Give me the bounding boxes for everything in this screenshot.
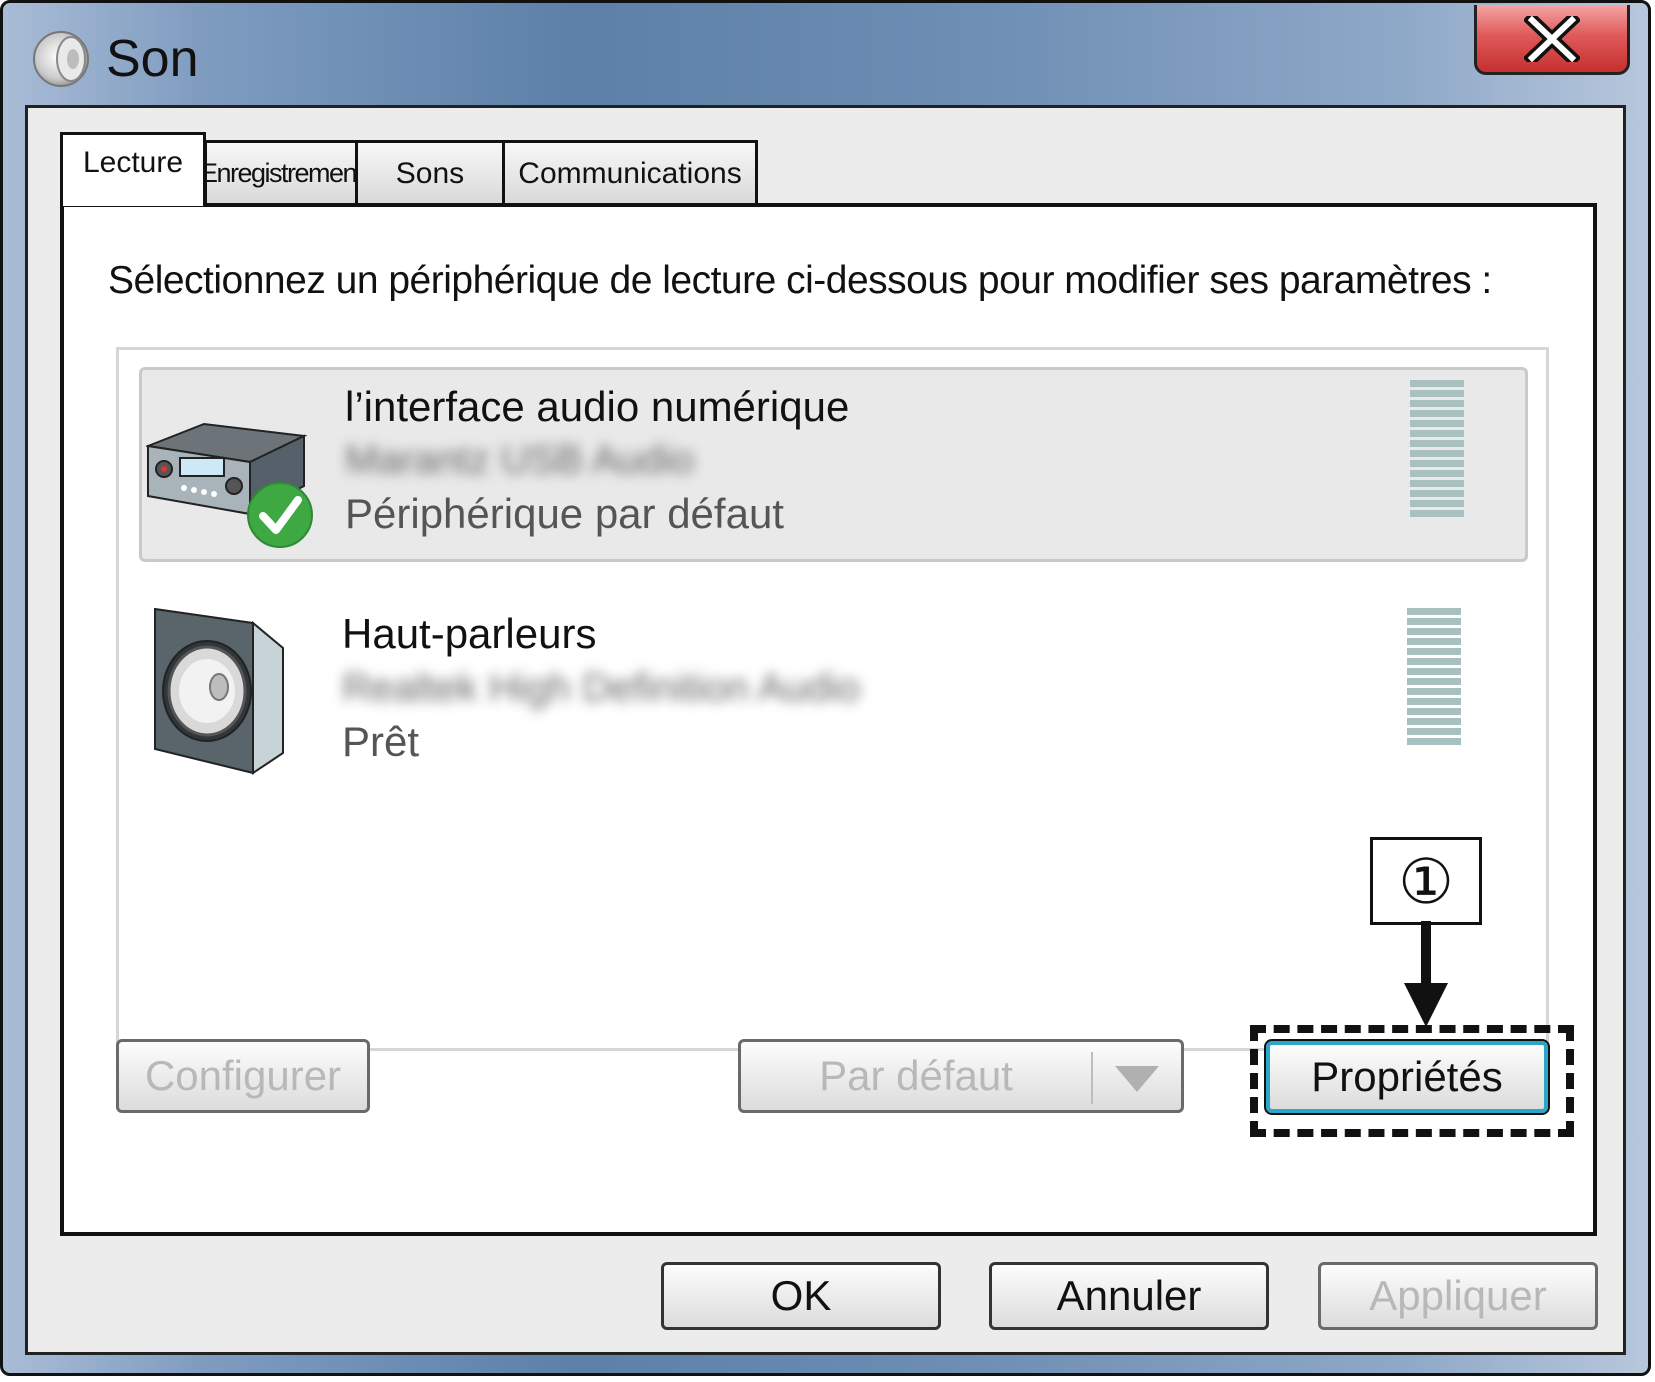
tab-label: Lecture [82, 145, 184, 179]
apply-button[interactable]: Appliquer [1318, 1262, 1598, 1330]
dialog-body: Lecture Enregistrement Sons Communicatio… [25, 105, 1626, 1355]
split-divider [1091, 1052, 1093, 1104]
instruction-text: Sélectionnez un périphérique de lecture … [108, 259, 1492, 302]
tab-lecture[interactable]: Lecture [60, 132, 206, 206]
set-default-button[interactable]: Par défaut [738, 1039, 1184, 1113]
list-item-audio-interface[interactable]: l’interface audio numérique Marantz USB … [139, 367, 1528, 562]
callout-label: ① [1398, 847, 1454, 917]
close-button[interactable] [1474, 5, 1630, 75]
tab-panel-lecture: Sélectionnez un périphérique de lecture … [60, 203, 1597, 1236]
window-title: Son [106, 30, 199, 88]
callout-arrow-icon [1404, 921, 1448, 1027]
default-check-icon [245, 480, 315, 550]
playback-device-list[interactable]: l’interface audio numérique Marantz USB … [116, 347, 1549, 1051]
cancel-button[interactable]: Annuler [989, 1262, 1269, 1330]
speaker-app-icon [33, 29, 93, 89]
device-status: Périphérique par défaut [345, 490, 784, 537]
configure-button[interactable]: Configurer [116, 1039, 370, 1113]
callout-number: ① [1370, 837, 1482, 925]
speaker-icon [143, 603, 293, 783]
chevron-down-icon[interactable] [1113, 1064, 1161, 1094]
tab-label: Sons [395, 156, 465, 190]
device-name: Haut-parleurs [342, 610, 597, 657]
tab-enregistrement[interactable]: Enregistrement [200, 140, 364, 204]
volume-meter [1410, 380, 1464, 520]
device-status: Prêt [342, 718, 420, 765]
button-label: Appliquer [1369, 1272, 1547, 1319]
tab-label: Communications [518, 156, 742, 190]
button-label: Par défaut [819, 1052, 1013, 1099]
list-item-speakers[interactable]: Haut-parleurs Realtek High Definition Au… [139, 598, 1528, 793]
button-label: Propriétés [1311, 1053, 1503, 1100]
volume-meter [1407, 608, 1461, 748]
button-label: OK [770, 1272, 832, 1319]
sound-dialog: Son Lecture Enregistrement Sons Communic… [0, 0, 1651, 1376]
tab-sons[interactable]: Sons [355, 140, 505, 204]
button-label: Configurer [144, 1052, 342, 1099]
device-subtitle: Marantz USB Audio [345, 438, 695, 482]
close-icon [1524, 15, 1580, 62]
button-label: Annuler [1056, 1272, 1202, 1319]
device-subtitle: Realtek High Definition Audio [342, 666, 861, 710]
device-name: l’interface audio numérique [345, 383, 850, 430]
properties-button[interactable]: Propriétés [1264, 1039, 1550, 1115]
tab-label: Enregistrement [199, 158, 364, 188]
ok-button[interactable]: OK [661, 1262, 941, 1330]
tab-communications[interactable]: Communications [502, 140, 758, 204]
